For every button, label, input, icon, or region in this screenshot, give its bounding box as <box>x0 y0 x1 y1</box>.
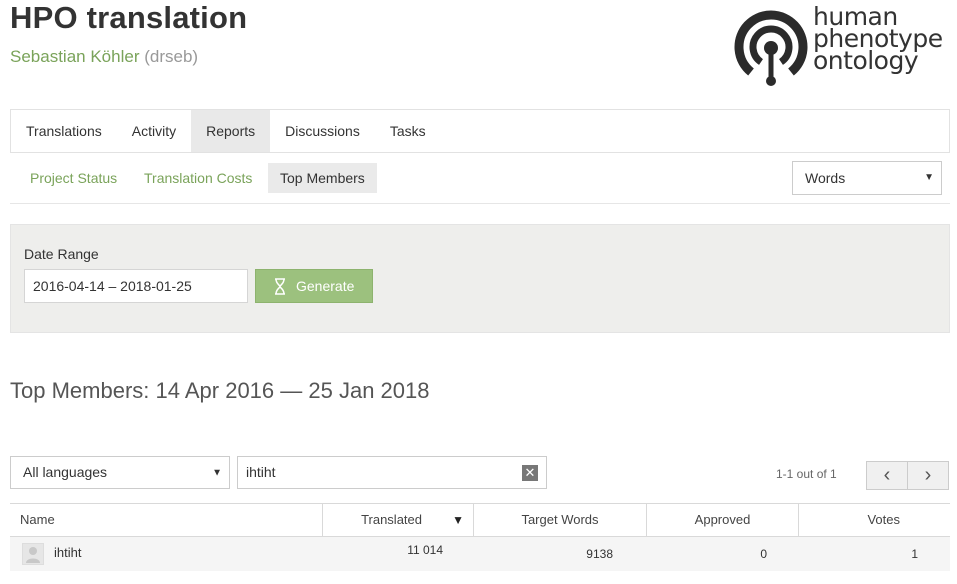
votes-value: 1 <box>911 547 918 561</box>
column-header-votes[interactable]: Votes <box>799 504 950 536</box>
report-heading: Top Members: 14 Apr 2016 — 25 Jan 2018 <box>10 378 430 403</box>
search-value: ihtiht <box>246 464 276 480</box>
chevron-right-icon: › <box>924 464 932 486</box>
member-search-input[interactable]: ihtiht ✕ <box>237 456 547 489</box>
language-select[interactable]: All languages ▼ <box>10 456 230 489</box>
column-header-translated[interactable]: Translated ▼ <box>323 504 474 536</box>
prev-page-button[interactable]: ‹ <box>866 461 908 490</box>
tab-translations[interactable]: Translations <box>11 110 117 152</box>
page-title: HPO translation <box>10 0 248 35</box>
date-range-panel: Date Range 2016-04-14 – 2018-01-25 Gener… <box>10 224 950 333</box>
user-info: Sebastian Köhler (drseb) <box>10 47 198 67</box>
date-range-label: Date Range <box>24 246 99 262</box>
user-icon <box>26 547 40 563</box>
language-select-value: All languages <box>23 464 108 480</box>
column-header-name[interactable]: Name <box>10 504 323 536</box>
hpo-logo: human phenotype ontology <box>733 4 948 88</box>
tab-reports[interactable]: Reports <box>191 110 271 152</box>
chevron-down-icon: ▼ <box>924 172 934 183</box>
column-header-approved[interactable]: Approved <box>647 504 799 536</box>
user-handle: (drseb) <box>144 47 199 66</box>
members-table: Name Translated ▼ Target Words Approved … <box>10 503 950 571</box>
table-header: Name Translated ▼ Target Words Approved … <box>10 503 950 537</box>
table-row: ihtiht 11 014 9138 0 1 <box>10 537 950 571</box>
column-header-target-words[interactable]: Target Words <box>474 504 647 536</box>
main-nav: Translations Activity Reports Discussion… <box>10 109 950 153</box>
user-name[interactable]: Sebastian Köhler <box>10 47 139 66</box>
target-words-value: 9138 <box>586 547 613 561</box>
clear-icon[interactable]: ✕ <box>522 465 538 481</box>
chevron-down-icon: ▼ <box>212 467 222 478</box>
unit-select-value: Words <box>805 170 846 186</box>
subtab-top-members[interactable]: Top Members <box>268 163 377 193</box>
sort-desc-icon: ▼ <box>452 513 464 527</box>
logo-line-3: ontology <box>813 46 919 75</box>
tab-activity[interactable]: Activity <box>117 110 191 152</box>
approved-value: 0 <box>760 547 767 561</box>
generate-button[interactable]: Generate <box>255 269 373 303</box>
logo-text: human phenotype ontology <box>813 4 943 75</box>
sub-nav: Project Status Translation Costs Top Mem… <box>10 161 950 204</box>
subtab-project-status[interactable]: Project Status <box>18 163 129 193</box>
pager-info: 1-1 out of 1 <box>776 467 837 481</box>
tab-discussions[interactable]: Discussions <box>270 110 375 152</box>
hourglass-icon <box>275 278 285 295</box>
unit-select[interactable]: Words ▼ <box>792 161 942 195</box>
translated-value: 11 014 <box>407 543 443 557</box>
generate-button-label: Generate <box>296 278 355 294</box>
avatar <box>22 543 44 565</box>
column-header-translated-label: Translated <box>361 512 422 527</box>
next-page-button[interactable]: › <box>907 461 949 490</box>
subtab-translation-costs[interactable]: Translation Costs <box>132 163 264 193</box>
date-range-input[interactable]: 2016-04-14 – 2018-01-25 <box>24 269 248 303</box>
chevron-left-icon: ‹ <box>883 464 891 486</box>
member-name[interactable]: ihtiht <box>54 537 81 571</box>
tab-tasks[interactable]: Tasks <box>375 110 441 152</box>
hpo-logo-icon <box>734 10 808 86</box>
